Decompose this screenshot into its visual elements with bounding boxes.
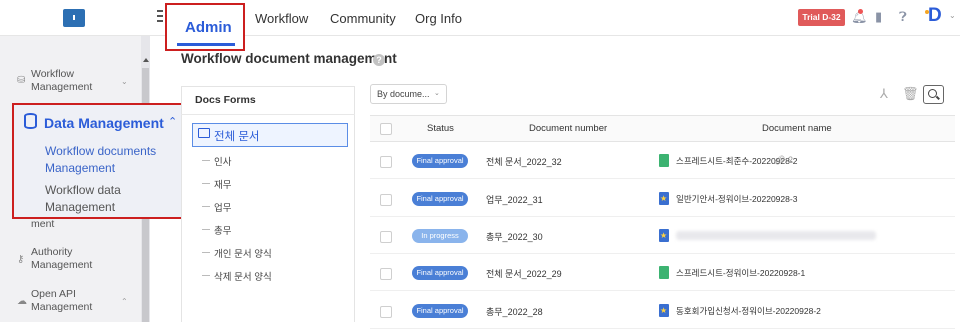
tree-node[interactable]: 삭제 문서 양식 [214, 269, 272, 283]
data-management-title[interactable]: Data Management [44, 115, 164, 131]
redacted-document-name[interactable] [676, 231, 876, 240]
tree-node[interactable]: 업무 [214, 200, 231, 214]
select-all-checkbox[interactable] [380, 123, 392, 135]
table-row[interactable]: Final approval 총무_2022_28 동호회가입신청서-정워이브-… [370, 295, 955, 329]
sidebar-item-label: Open API Management [31, 288, 93, 313]
sidebar-item-authority-management[interactable]: ⚷ Authority Management [0, 246, 140, 276]
database-icon: ⛁ [17, 75, 26, 86]
tab-community[interactable]: Community [330, 11, 396, 26]
data-management-menu[interactable]: Data Management ⌃ Workflow documents Man… [12, 103, 188, 219]
table-row[interactable]: Final approval 전체 문서_2022_29 스프레드시트-정워이브… [370, 257, 955, 291]
tree-node-all-documents[interactable]: 전체 문서 [192, 123, 348, 147]
tree-connector [202, 275, 210, 276]
document-name-link[interactable]: 일반기안서-정워이브-20220928-3 [676, 193, 797, 205]
table-row[interactable]: Final approval 전체 문서_2022_32 스프레드시트-최준수-… [370, 145, 955, 179]
status-badge: In progress [412, 229, 468, 243]
brand-logo-icon[interactable]: D [928, 5, 942, 27]
document-icon [659, 229, 669, 242]
logo[interactable] [63, 9, 85, 27]
chevron-up-icon: ⌃ [121, 297, 128, 306]
column-document-number[interactable]: Document number [529, 123, 607, 134]
column-status[interactable]: Status [427, 123, 454, 134]
tree-connector [202, 206, 210, 207]
page-title: Workflow document management [181, 51, 397, 66]
folder-open-icon [198, 128, 210, 138]
document-number: 총무_2022_28 [486, 307, 543, 317]
help-icon[interactable]: ❓︎ [899, 9, 907, 25]
document-number: 전체 문서_2022_29 [486, 269, 562, 279]
document-number: 전체 문서_2022_32 [486, 157, 562, 167]
tree-connector [202, 183, 210, 184]
scroll-up-icon[interactable] [143, 58, 149, 62]
tree-connector [202, 252, 210, 253]
document-number: 총무_2022_30 [486, 232, 543, 242]
sidebar-item-label: Workflow Management [31, 68, 93, 93]
database-icon [24, 113, 37, 129]
tree-connector [202, 160, 210, 161]
spreadsheet-icon [659, 154, 669, 167]
row-checkbox[interactable] [380, 306, 392, 318]
chevron-up-icon[interactable]: ⌃ [168, 115, 177, 128]
status-badge: Final approval [412, 304, 468, 318]
status-badge: Final approval [412, 192, 468, 206]
status-badge: Final approval [412, 154, 468, 168]
sidebar-item-open-api-management[interactable]: ☁ Open API Management ⌃ [0, 288, 140, 318]
document-number: 업무_2022_31 [486, 195, 543, 205]
search-button[interactable] [923, 85, 944, 104]
bookmark-icon[interactable]: ▮ [875, 9, 882, 25]
tab-admin-highlight[interactable]: Admin [165, 3, 245, 51]
chevron-down-icon[interactable]: ⌄ [949, 11, 956, 20]
table-row[interactable]: In progress 총무_2022_30 [370, 220, 955, 254]
tree-node[interactable]: 재무 [214, 177, 231, 191]
logo-bar [0, 0, 150, 36]
chevron-down-icon: ⌄ [121, 77, 128, 86]
active-tab-indicator [177, 43, 235, 46]
pdf-export-icon[interactable]: ⅄ [880, 86, 888, 102]
document-icon [659, 304, 669, 317]
user-key-icon: ⚷ [17, 254, 25, 265]
notification-dot [858, 9, 863, 14]
sidebar-item-label: ment [31, 218, 55, 230]
tree-node-label: 전체 문서 [214, 131, 260, 143]
sidebar-item-workflow-data-management[interactable]: Workflow data Management [45, 182, 185, 216]
chevron-down-icon: ⌄ [434, 90, 440, 97]
document-name-link[interactable]: 동호회가입신청서-정워이브-20220928-2 [676, 305, 821, 317]
tab-admin[interactable]: Admin [185, 19, 232, 36]
cloud-icon: ☁ [17, 296, 27, 307]
attachment-count: 2 [787, 155, 793, 165]
row-checkbox[interactable] [380, 268, 392, 280]
table-header: Status Document number Document name [370, 115, 955, 142]
help-icon[interactable]: ? [373, 54, 385, 66]
filter-value: By docume... [377, 89, 430, 99]
sidebar-item-workflow-documents-management[interactable]: Workflow documents Management [45, 143, 185, 177]
status-badge: Final approval [412, 266, 468, 280]
tree-connector [202, 229, 210, 230]
sidebar-item-label: Authority Management [31, 246, 93, 271]
docs-forms-title: Docs Forms [195, 94, 256, 106]
trial-badge[interactable]: Trial D-32 [798, 9, 845, 26]
attachment-icon[interactable]: 🔗︎ 2 [774, 155, 793, 166]
sidebar-item-partial[interactable]: ment [0, 218, 140, 232]
sidebar-item-workflow-management[interactable]: ⛁ Workflow Management ⌄ [0, 68, 140, 98]
trash-icon[interactable]: 🗑︎ [902, 86, 919, 102]
tree-node[interactable]: 개인 문서 양식 [214, 246, 272, 260]
row-checkbox[interactable] [380, 156, 392, 168]
docs-forms-panel [181, 86, 355, 322]
filter-select[interactable]: By docume... ⌄ [370, 84, 447, 104]
tab-org-info[interactable]: Org Info [415, 11, 462, 26]
tree-node[interactable]: 인사 [214, 154, 231, 168]
spreadsheet-icon [659, 266, 669, 279]
table-row[interactable]: Final approval 업무_2022_31 일반기안서-정워이브-202… [370, 183, 955, 217]
menu-icon[interactable] [157, 10, 163, 24]
tree-node[interactable]: 총무 [214, 223, 231, 237]
column-document-name[interactable]: Document name [762, 123, 832, 134]
row-checkbox[interactable] [380, 231, 392, 243]
tab-workflow[interactable]: Workflow [255, 11, 308, 26]
document-icon [659, 192, 669, 205]
document-name-link[interactable]: 스프레드시트-정워이브-20220928-1 [676, 267, 805, 279]
divider [181, 114, 355, 115]
row-checkbox[interactable] [380, 194, 392, 206]
